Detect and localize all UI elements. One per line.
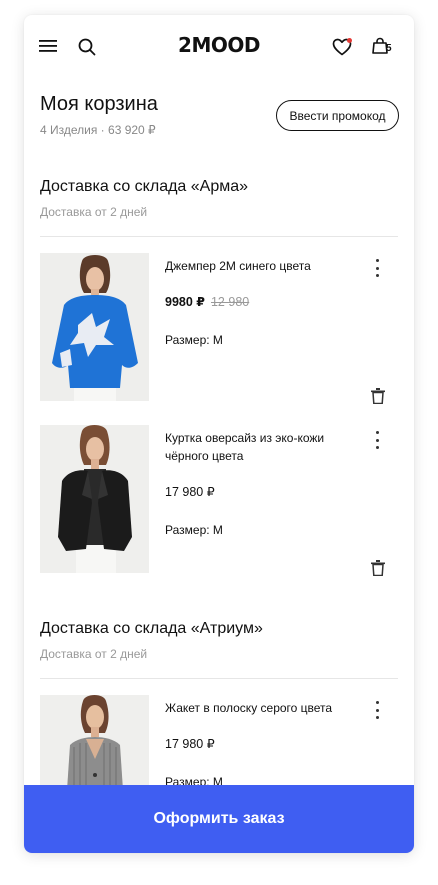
- trash-icon[interactable]: [371, 388, 385, 405]
- trash-icon[interactable]: [371, 560, 385, 577]
- product-price-row: 9980 ₽ 12 980: [165, 294, 249, 309]
- more-options-icon[interactable]: [369, 701, 385, 719]
- product-size: Размер: M: [165, 523, 223, 537]
- cart-item: Джемпер 2М синего цвета 9980 ₽ 12 980 Раз…: [40, 253, 400, 405]
- section-title-atrium: Доставка со склада «Атриум»: [40, 620, 263, 637]
- product-old-price: 12 980: [210, 295, 250, 309]
- section-delivery-arma: Доставка от 2 дней: [40, 205, 148, 219]
- product-image[interactable]: [40, 253, 149, 401]
- more-options-icon[interactable]: [369, 431, 385, 449]
- top-header: 2MOOD 5: [24, 15, 414, 77]
- section-delivery-atrium: Доставка от 2 дней: [40, 647, 148, 661]
- cart-count-badge: 5: [386, 43, 392, 54]
- more-options-icon[interactable]: [369, 259, 385, 277]
- product-name[interactable]: Жакет в полоску серого цвета: [165, 699, 360, 717]
- product-size: Размер: M: [165, 333, 223, 347]
- product-name[interactable]: Куртка оверсайз из эко-кожи чёрного цвет…: [165, 429, 360, 465]
- divider: [40, 236, 398, 237]
- product-price: 17 980 ₽: [165, 737, 215, 751]
- product-price-row: 17 980 ₽: [165, 484, 215, 499]
- product-price-row: 17 980 ₽: [165, 736, 215, 751]
- brand-logo[interactable]: 2MOOD: [24, 33, 414, 57]
- cart-summary: 4 Изделия · 63 920 ₽: [40, 123, 156, 137]
- product-image[interactable]: [40, 425, 149, 573]
- product-name[interactable]: Джемпер 2М синего цвета: [165, 257, 360, 275]
- checkout-button[interactable]: Оформить заказ: [24, 785, 414, 853]
- product-price: 9980 ₽: [165, 295, 205, 309]
- divider: [40, 678, 398, 679]
- favorites-badge-dot: [347, 38, 352, 43]
- page-title: Моя корзина: [40, 93, 158, 115]
- mobile-cart-screen: 2MOOD 5 Моя корзина 4 Изделия · 63 920 ₽…: [24, 15, 414, 853]
- promo-code-button[interactable]: Ввести промокод: [276, 100, 399, 131]
- section-title-arma: Доставка со склада «Арма»: [40, 178, 249, 195]
- product-price: 17 980 ₽: [165, 485, 215, 499]
- cart-item: Куртка оверсайз из эко-кожи чёрного цвет…: [40, 425, 400, 577]
